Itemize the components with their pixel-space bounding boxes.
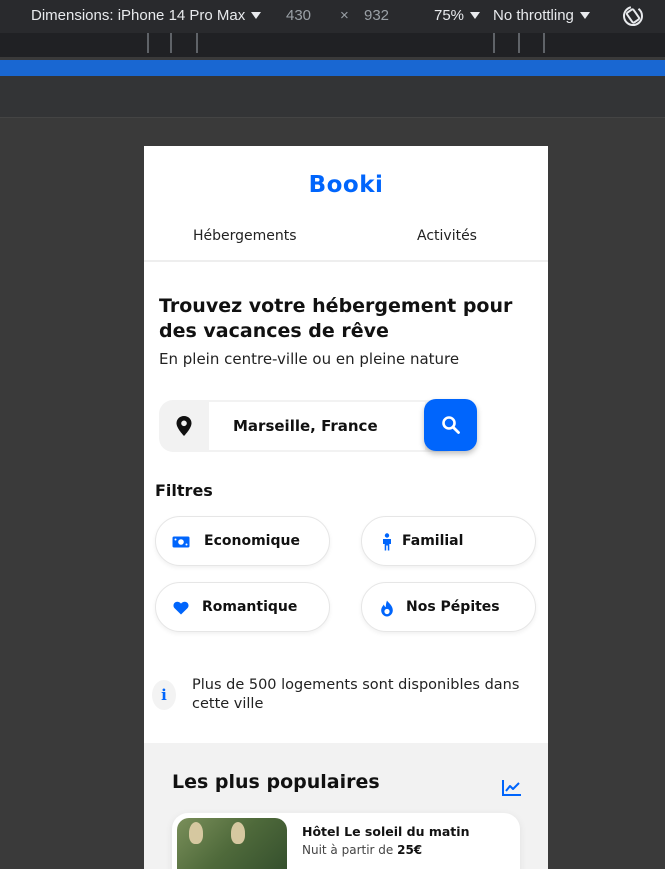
price-value: 25€	[397, 843, 423, 857]
search-button[interactable]	[424, 399, 477, 451]
hotel-price: Nuit à partir de 25€	[302, 843, 422, 857]
lamp-shape	[231, 822, 245, 844]
media-query-bar[interactable]	[0, 60, 665, 76]
ruler-tick[interactable]	[196, 33, 198, 53]
child-icon	[378, 533, 396, 551]
height-value: 932	[364, 7, 390, 24]
device-label: Dimensions: iPhone 14 Pro Max	[31, 7, 246, 24]
zoom-select[interactable]: 75%	[434, 7, 481, 24]
search-icon	[441, 416, 460, 434]
filter-economique[interactable]: Economique	[155, 516, 330, 566]
ruler-tick[interactable]	[170, 33, 172, 53]
rotate-icon[interactable]	[620, 4, 646, 28]
ruler-tick[interactable]	[147, 33, 149, 53]
trending-icon[interactable]	[502, 779, 522, 797]
hotel-card[interactable]: Hôtel Le soleil du matin Nuit à partir d…	[172, 813, 520, 869]
popular-title: Les plus populaires	[172, 771, 380, 793]
chevron-down-icon	[251, 12, 262, 19]
filter-label: Nos Pépites	[406, 599, 500, 615]
page-title: Trouvez votre hébergement pour des vacan…	[159, 295, 513, 342]
device-select[interactable]: Dimensions: iPhone 14 Pro Max	[31, 7, 262, 24]
lamp-shape	[189, 822, 203, 844]
hotel-thumbnail	[177, 818, 287, 869]
device-frame-bar	[0, 76, 665, 118]
throttling-label: No throttling	[493, 7, 574, 24]
ruler-tick[interactable]	[518, 33, 520, 53]
search-input[interactable]	[209, 402, 425, 450]
width-field[interactable]: 430	[286, 7, 311, 24]
width-value: 430	[286, 7, 312, 24]
filter-familial[interactable]: Familial	[361, 516, 536, 566]
nav-item-hebergements[interactable]: Hébergements	[193, 228, 297, 244]
zoom-label: 75%	[434, 7, 465, 24]
ruler-tick[interactable]	[543, 33, 545, 53]
chevron-down-icon	[470, 12, 481, 19]
ruler-tick[interactable]	[493, 33, 495, 53]
hotel-name: Hôtel Le soleil du matin	[302, 824, 470, 839]
times-text: ×	[340, 7, 349, 24]
filter-label: Familial	[402, 533, 464, 549]
main-nav: Hébergements Activités	[144, 222, 548, 262]
price-prefix: Nuit à partir de	[302, 843, 398, 857]
money-icon	[172, 533, 190, 551]
info-text: Plus de 500 logements sont disponibles d…	[192, 677, 520, 712]
filter-nos-pepites[interactable]: Nos Pépites	[361, 582, 536, 632]
search-bar	[159, 400, 459, 452]
filter-label: Economique	[204, 533, 300, 549]
filter-romantique[interactable]: Romantique	[155, 582, 330, 632]
throttling-select[interactable]: No throttling	[493, 7, 590, 24]
nav-item-activites[interactable]: Activités	[417, 228, 477, 244]
page-subtitle: En plein centre-ville ou en pleine natur…	[159, 350, 460, 368]
times-sign: ×	[340, 7, 349, 24]
device-viewport: Booki Hébergements Activités Trouvez vot…	[144, 146, 548, 869]
devtools-toolbar: Dimensions: iPhone 14 Pro Max 430 × 932 …	[0, 0, 665, 33]
heart-icon	[172, 599, 190, 617]
filters-title: Filtres	[155, 481, 213, 500]
location-pin-icon	[176, 416, 192, 436]
chevron-down-icon	[579, 12, 590, 19]
media-query-ruler	[0, 33, 665, 57]
fire-icon	[378, 599, 396, 617]
popular-section: Les plus populaires Hôtel Le soleil du m…	[144, 743, 548, 869]
info-icon: i	[152, 680, 176, 710]
booki-logo[interactable]: Booki	[144, 172, 548, 198]
filter-label: Romantique	[202, 599, 298, 615]
height-field[interactable]: 932	[364, 7, 389, 24]
